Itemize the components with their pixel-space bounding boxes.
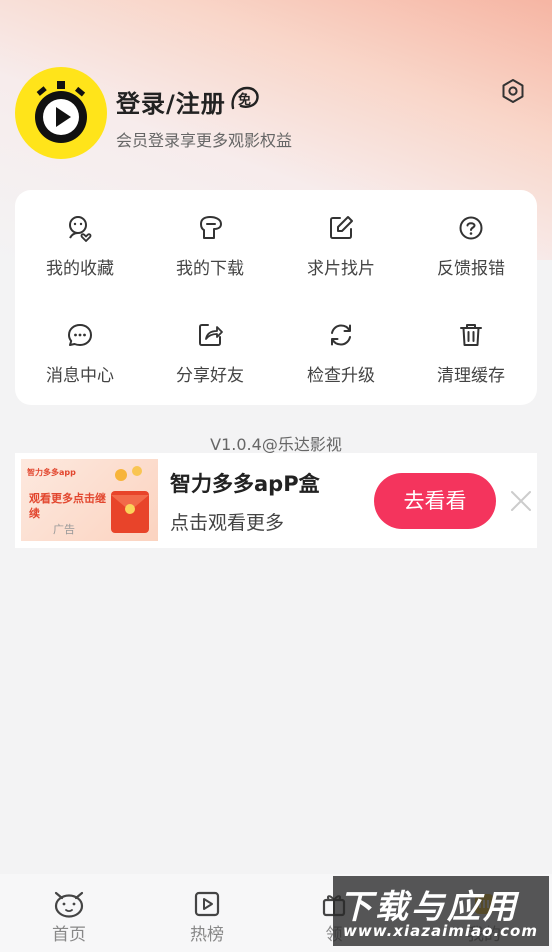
menu-label: 消息中心 (46, 366, 114, 386)
ad-title[interactable]: 智力多多apP盒 (170, 468, 320, 498)
menu-item-update[interactable]: 检查升级 (276, 321, 406, 411)
ad-tag: 广告 (53, 523, 75, 536)
home-pig-icon (54, 891, 84, 918)
menu-label: 清理缓存 (437, 366, 505, 386)
menu-item-request[interactable]: 求片找片 (276, 214, 406, 304)
help-icon (459, 216, 483, 240)
vip-free-icon: 免 (231, 86, 259, 110)
version-text: V1.0.4@乐达影视 (210, 435, 342, 454)
watermark-url-text: www.xiazaimiao.com (343, 922, 538, 940)
ad-thumb-logo: 智力多多app (27, 468, 76, 477)
play-box-icon (194, 891, 220, 917)
menu-label: 反馈报错 (437, 259, 505, 279)
login-register-title[interactable]: 登录/注册 (116, 84, 226, 119)
watermark-main-text: 下载与应用 (339, 887, 519, 926)
menu-item-downloads[interactable]: 我的下载 (145, 214, 275, 304)
nav-label: 热榜 (190, 925, 224, 945)
ad-subtitle: 点击观看更多 (170, 512, 285, 534)
menu-item-messages[interactable]: 消息中心 (15, 321, 145, 411)
vip-badge-text: 免 (238, 92, 251, 108)
share-icon (199, 324, 223, 346)
menu-item-favorites[interactable]: 我的收藏 (15, 214, 145, 304)
red-envelope-icon (111, 466, 149, 533)
menu-label: 我的收藏 (46, 259, 114, 279)
ad-thumbnail[interactable]: 智力多多app 观看更多点击继续 广告 (21, 459, 158, 541)
feature-menu-card: 我的收藏 我的下载 求片找片 反馈报错 消息中心 分享好友 检查升级 清理缓存 (15, 190, 537, 405)
nav-tab-home[interactable]: 首页 (19, 890, 119, 945)
settings-icon[interactable] (499, 77, 527, 105)
menu-label: 求片找片 (307, 259, 375, 279)
refresh-icon (331, 324, 351, 346)
menu-label: 我的下载 (176, 259, 244, 279)
favorite-user-icon (69, 216, 92, 242)
nav-tab-hot[interactable]: 热榜 (157, 890, 257, 945)
download-icon (200, 216, 222, 239)
edit-request-icon (330, 216, 353, 239)
stopwatch-play-icon (35, 81, 87, 143)
ad-go-button[interactable]: 去看看 (374, 473, 496, 529)
close-icon[interactable] (510, 490, 532, 512)
trash-icon (460, 324, 482, 346)
message-icon (68, 324, 92, 346)
ad-banner[interactable]: 智力多多app 观看更多点击继续 广告 智力多多apP盒 点击观看更多 去看看 (15, 453, 537, 548)
login-subtitle: 会员登录享更多观影权益 (116, 131, 293, 150)
ad-thumb-text: 观看更多点击继续 (29, 492, 106, 520)
watermark-overlay: 下载与应用 www.xiazaimiao.com (333, 876, 549, 946)
menu-label: 检查升级 (307, 366, 375, 386)
menu-item-share[interactable]: 分享好友 (145, 321, 275, 411)
menu-item-feedback[interactable]: 反馈报错 (406, 214, 536, 304)
menu-item-clear-cache[interactable]: 清理缓存 (406, 321, 536, 411)
menu-label: 分享好友 (176, 366, 244, 386)
nav-label: 首页 (52, 925, 86, 945)
avatar[interactable] (15, 67, 107, 159)
